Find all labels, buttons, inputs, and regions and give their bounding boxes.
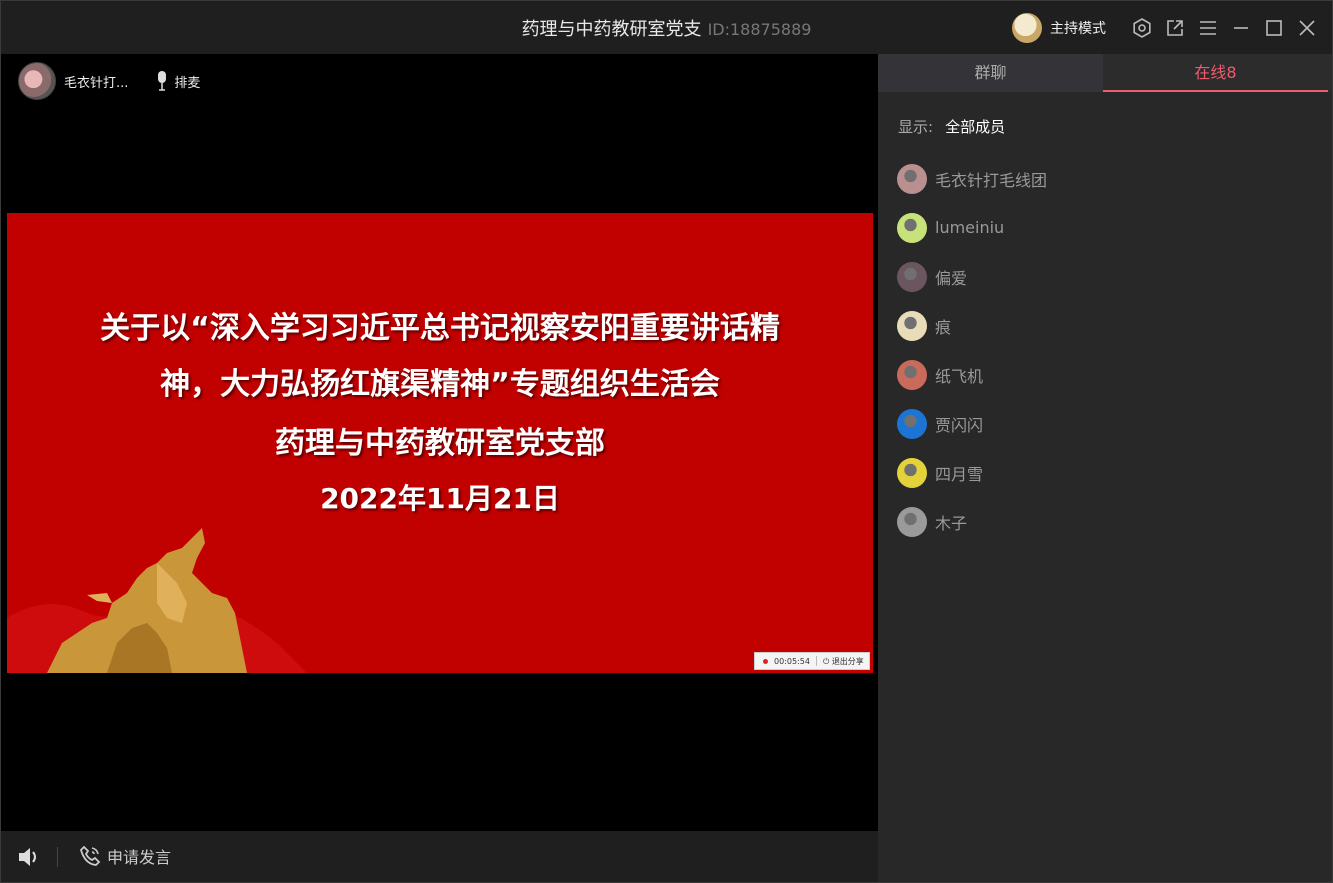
member-name: 毛衣针打毛线团 — [935, 170, 1048, 190]
member-list: 毛衣针打毛线团 lumeiniu 偏爱 痕 纸飞机 贾闪闪 四月雪 木子 — [897, 154, 1047, 546]
member-avatar — [897, 408, 927, 439]
mic-queue-label: 排麦 — [174, 75, 201, 91]
share-timer: 00:05:54 — [774, 656, 810, 666]
microphone-icon — [158, 71, 167, 91]
member-name: 贾闪闪 — [935, 415, 984, 435]
member-name: lumeiniu — [935, 218, 1005, 237]
popout-icon[interactable] — [1164, 17, 1186, 39]
member-item[interactable]: 贾闪闪 — [897, 399, 1047, 448]
member-avatar — [897, 310, 927, 341]
member-name: 纸飞机 — [935, 366, 984, 386]
title-bar-controls: 主持模式 — [1012, 11, 1318, 45]
member-item[interactable]: 偏爱 — [897, 252, 1047, 301]
statue-graphic — [7, 528, 307, 673]
member-name: 四月雪 — [935, 464, 984, 484]
exit-share-button[interactable]: ⏻ 退出分享 — [823, 656, 864, 667]
slide-title-line1: 关于以“深入学习习近平总书记视察安阳重要讲话精 — [100, 311, 780, 346]
volume-icon[interactable] — [17, 846, 41, 872]
request-speak-button[interactable]: 申请发言 — [79, 844, 171, 868]
settings-icon[interactable] — [1131, 17, 1153, 39]
host-avatar[interactable] — [1012, 13, 1042, 43]
exit-share-label: 退出分享 — [831, 656, 864, 666]
minimize-icon[interactable] — [1230, 17, 1252, 39]
member-avatar — [897, 457, 927, 488]
speaker-avatar[interactable] — [18, 62, 56, 100]
room-id: ID:18875889 — [707, 20, 812, 39]
member-item[interactable]: 毛衣针打毛线团 — [897, 154, 1047, 203]
member-name: 痕 — [935, 317, 952, 337]
member-avatar — [897, 163, 927, 194]
member-item[interactable]: 四月雪 — [897, 448, 1047, 497]
room-title: 药理与中药教研室党支 — [521, 19, 702, 40]
filter-dropdown[interactable]: 全部成员 — [945, 118, 1005, 136]
speaker-name: 毛衣针打... — [64, 75, 129, 91]
video-stage: 毛衣针打... 排麦 关于以“深入学习习近平总书记视察安阳重要讲话精 神，大力弘… — [1, 54, 878, 831]
speaker-info: 毛衣针打... 排麦 — [18, 62, 200, 100]
member-name: 偏爱 — [935, 268, 968, 288]
member-avatar — [897, 261, 927, 292]
member-name: 木子 — [935, 513, 968, 533]
member-avatar — [897, 506, 927, 537]
host-mode-label[interactable]: 主持模式 — [1050, 18, 1106, 38]
slide-title-line2: 神，大力弘扬红旗渠精神”专题组织生活会 — [160, 367, 720, 402]
maximize-icon[interactable] — [1263, 17, 1285, 39]
screen-share-bar: 00:05:54 ⏻ 退出分享 — [754, 652, 870, 670]
member-item[interactable]: 痕 — [897, 301, 1047, 350]
phone-icon — [79, 845, 101, 866]
bottom-bar: 申请发言 — [1, 831, 878, 882]
tab-group-chat[interactable]: 群聊 — [878, 54, 1103, 92]
member-avatar — [897, 359, 927, 390]
slide-organization: 药理与中药教研室党支部 — [275, 426, 605, 461]
request-speak-label: 申请发言 — [107, 848, 172, 867]
side-panel: 群聊 在线8 显示: 全部成员 毛衣针打毛线团 lumeiniu 偏爱 痕 纸飞机… — [878, 54, 1332, 882]
recording-dot-icon — [763, 658, 768, 664]
member-item[interactable]: 木子 — [897, 497, 1047, 546]
app-window: 药理与中药教研室党支 ID:18875889 主持模式 毛衣针打... 排麦 关… — [0, 0, 1333, 883]
member-avatar — [897, 212, 927, 243]
filter-label: 显示: — [898, 118, 934, 136]
member-item[interactable]: lumeiniu — [897, 203, 1047, 252]
menu-icon[interactable] — [1197, 17, 1219, 39]
shared-slide: 关于以“深入学习习近平总书记视察安阳重要讲话精 神，大力弘扬红旗渠精神”专题组织… — [7, 213, 873, 673]
close-icon[interactable] — [1296, 17, 1318, 39]
title-bar: 药理与中药教研室党支 ID:18875889 主持模式 — [1, 1, 1332, 54]
panel-tabs: 群聊 在线8 — [878, 54, 1332, 92]
mic-queue-button[interactable]: 排麦 — [156, 71, 200, 91]
member-filter: 显示: 全部成员 — [898, 116, 1005, 137]
tab-online[interactable]: 在线8 — [1103, 54, 1328, 92]
member-item[interactable]: 纸飞机 — [897, 350, 1047, 399]
slide-date: 2022年11月21日 — [320, 482, 560, 515]
